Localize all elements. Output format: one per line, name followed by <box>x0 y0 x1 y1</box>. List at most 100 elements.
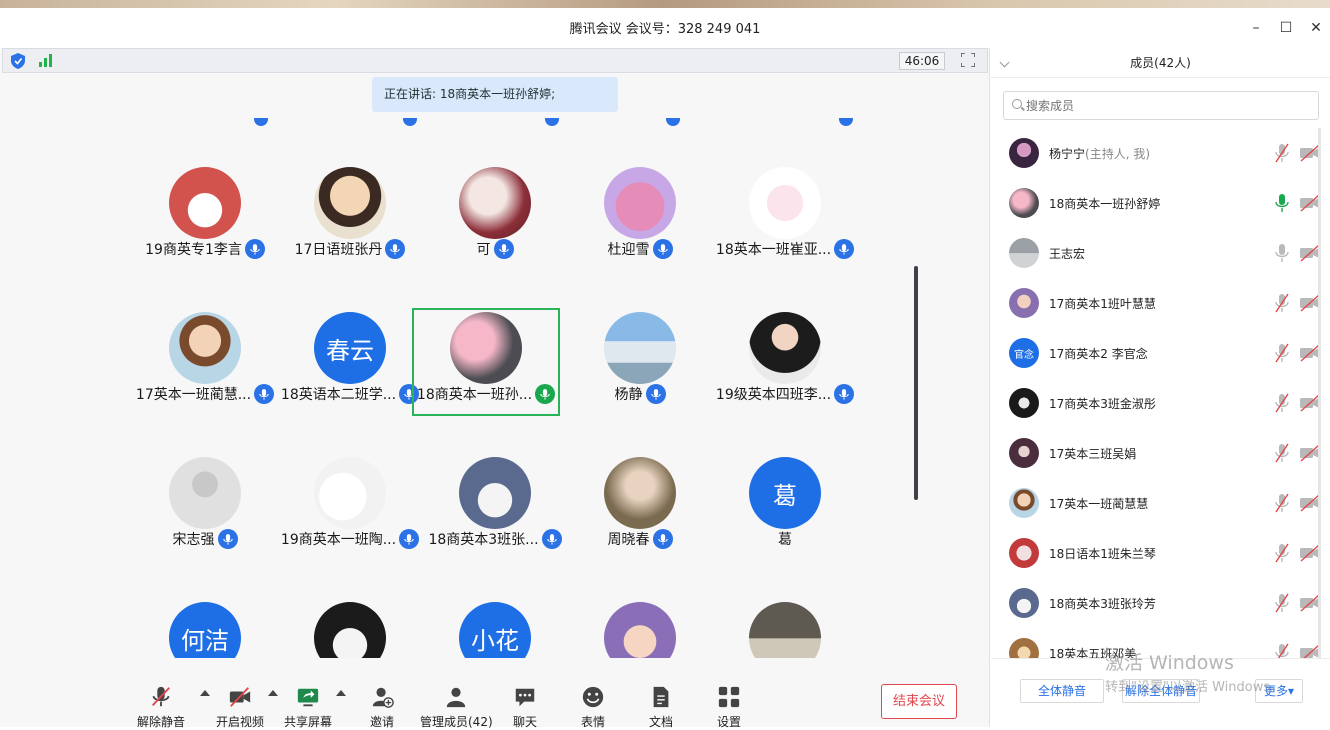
participant-avatar: 葛 <box>749 457 821 529</box>
participant-avatar <box>314 167 386 239</box>
manage-members-button[interactable]: 管理成员(42) <box>420 684 493 730</box>
participant-name-line: 杜迎雪 <box>567 239 713 259</box>
participant-tile[interactable]: 杨静 <box>567 308 713 416</box>
participant-tile[interactable]: 周晓春 <box>567 453 713 561</box>
member-row[interactable]: 18日语本1班朱兰琴 <box>991 528 1330 578</box>
fullscreen-icon[interactable] <box>961 53 975 67</box>
muted-mic-icon[interactable] <box>1274 292 1290 314</box>
mic-icon <box>493 239 514 259</box>
close-icon: ✕ <box>1310 20 1322 36</box>
participant-tile[interactable] <box>277 598 423 658</box>
unmute-options-caret[interactable] <box>200 690 210 696</box>
invite-button[interactable]: 邀请 <box>369 684 395 730</box>
member-list-scrollbar[interactable] <box>1318 128 1321 658</box>
participant-avatar <box>749 602 821 658</box>
participant-tile[interactable]: 17日语班张丹 <box>277 163 423 271</box>
start-video-button[interactable]: 开启视频 <box>216 684 264 730</box>
participant-tile[interactable]: 17英本一班蔺慧... <box>132 308 278 416</box>
share-screen-button[interactable]: 共享屏幕 <box>284 684 332 730</box>
chevron-down-icon[interactable] <box>999 57 1010 68</box>
muted-mic-icon[interactable] <box>1274 542 1290 564</box>
member-row[interactable]: 官念 17商英本2 李官念 <box>991 328 1330 378</box>
participant-tile[interactable] <box>712 598 858 658</box>
security-shield-icon[interactable] <box>11 53 25 69</box>
chat-label: 聊天 <box>512 715 537 729</box>
participant-tile[interactable]: 18英本一班崔亚... <box>712 163 858 271</box>
participant-tile[interactable]: 可 <box>422 163 568 271</box>
docs-button[interactable]: 文档 <box>648 684 674 730</box>
video-area: 46:06 正在讲话: 18商英本一班孙舒婷; 19商英专1李言 17日语班张丹 可… <box>0 48 990 727</box>
unmute-button[interactable]: 解除静音 <box>137 684 185 730</box>
mic-icon <box>652 529 673 549</box>
participant-name: 18商英本一班孙... <box>416 387 533 403</box>
participant-name-line: 宋志强 <box>132 529 278 549</box>
participant-name: 18商英本3班张... <box>428 532 539 548</box>
participant-avatar <box>314 457 386 529</box>
settings-button[interactable]: 设置 <box>716 684 742 730</box>
search-icon <box>1012 99 1022 109</box>
participant-tile[interactable] <box>567 598 713 658</box>
participant-tile[interactable]: 葛葛 <box>712 453 858 561</box>
settings-label: 设置 <box>716 715 741 729</box>
mic-icon <box>535 384 556 404</box>
member-row[interactable]: 17商英本1班叶慧慧 <box>991 278 1330 328</box>
member-row[interactable]: 18商英本3班张玲芳 <box>991 578 1330 628</box>
member-name: 18商英本3班张玲芳 <box>1049 595 1156 612</box>
member-row[interactable]: 杨宁宁(主持人, 我) <box>991 128 1330 178</box>
mute-all-button[interactable]: 全体静音 <box>1020 679 1104 703</box>
participant-tile[interactable]: 宋志强 <box>132 453 278 561</box>
member-row[interactable]: 18商英本一班孙舒婷 <box>991 178 1330 228</box>
member-row[interactable]: 17英本一班蔺慧慧 <box>991 478 1330 528</box>
muted-mic-icon[interactable] <box>1274 592 1290 614</box>
settings-grid-icon <box>718 686 740 708</box>
grid-scrollbar[interactable] <box>914 266 918 500</box>
mic-icon[interactable] <box>1274 242 1290 264</box>
chat-button[interactable]: 聊天 <box>512 684 538 730</box>
participant-tile[interactable]: 19级英本四班李... <box>712 308 858 416</box>
invite-label: 邀请 <box>369 715 394 729</box>
participant-tile[interactable]: 何洁 <box>132 598 278 658</box>
video-options-caret[interactable] <box>268 690 278 696</box>
network-signal-icon[interactable] <box>39 54 52 67</box>
muted-mic-icon[interactable] <box>1274 142 1290 164</box>
participant-tile[interactable]: 小花 <box>422 598 568 658</box>
member-row[interactable]: 17英本三班吴娟 <box>991 428 1330 478</box>
muted-mic-icon[interactable] <box>1274 642 1290 658</box>
share-screen-icon <box>297 688 319 707</box>
participant-tile[interactable]: 19商英专1李言 <box>132 163 278 271</box>
participant-name-line: 17英本一班蔺慧... <box>132 384 278 404</box>
muted-mic-icon[interactable] <box>1274 342 1290 364</box>
mic-icon[interactable] <box>1274 192 1290 214</box>
muted-mic-icon[interactable] <box>1274 392 1290 414</box>
participant-name: 葛 <box>778 532 792 548</box>
mic-icon <box>839 118 853 126</box>
participant-grid: 19商英专1李言 17日语班张丹 可 杜迎雪 18英本一班崔亚... 17英本一班蔺慧..… <box>0 112 990 658</box>
participant-name: 可 <box>476 242 491 258</box>
member-search-input[interactable] <box>1026 97 1306 115</box>
participant-tile[interactable]: 杜迎雪 <box>567 163 713 271</box>
maximize-button[interactable]: ☐ <box>1274 16 1298 40</box>
end-meeting-button[interactable]: 结束会议 <box>881 684 957 719</box>
participant-name: 18英语本二班学... <box>280 387 397 403</box>
member-row[interactable]: 17商英本3班金淑彤 <box>991 378 1330 428</box>
participant-name-line: 19商英专1李言 <box>132 239 278 259</box>
share-options-caret[interactable] <box>336 690 346 696</box>
participant-tile[interactable]: 19商英本一班陶... <box>277 453 423 561</box>
avatar-initials: 官念 <box>1014 349 1034 361</box>
emoji-button[interactable]: 表情 <box>580 684 606 730</box>
speaking-indicator: 正在讲话: 18商英本一班孙舒婷; <box>372 77 618 112</box>
participant-name-line: 可 <box>422 239 568 259</box>
participant-tile[interactable]: 18商英本一班孙... <box>412 308 560 416</box>
participant-tile[interactable]: 18商英本3班张... <box>422 453 568 561</box>
member-avatar <box>1009 188 1039 218</box>
muted-mic-icon[interactable] <box>1274 442 1290 464</box>
member-search[interactable] <box>1003 91 1319 120</box>
minimize-button[interactable]: – <box>1244 16 1268 40</box>
muted-mic-icon[interactable] <box>1274 492 1290 514</box>
participant-tile[interactable]: 春云 18英语本二班学... <box>277 308 423 416</box>
close-button[interactable]: ✕ <box>1304 16 1328 40</box>
member-avatar <box>1009 238 1039 268</box>
member-row[interactable]: 王志宏 <box>991 228 1330 278</box>
member-name: 17商英本3班金淑彤 <box>1049 395 1156 412</box>
participant-name: 17英本一班蔺慧... <box>135 387 252 403</box>
